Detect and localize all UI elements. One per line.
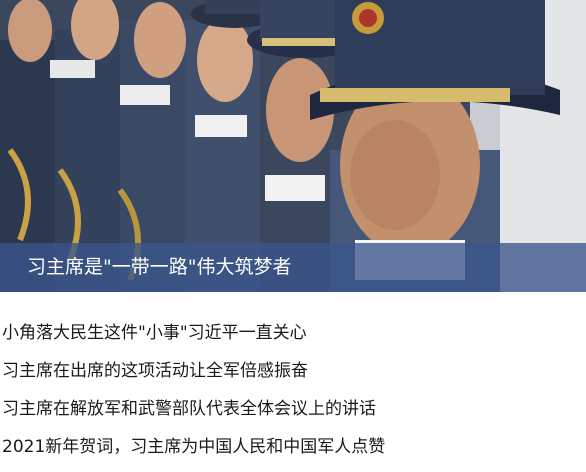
news-item[interactable]: 2021新年贺词，习主席为中国人民和中国军人点赞 — [0, 428, 586, 466]
news-list: 小角落大民生这件"小事"习近平一直关心 习主席在出席的这项活动让全军倍感振奋 习… — [0, 314, 586, 466]
caption-bar: 习主席是"一带一路"伟大筑梦者 — [0, 243, 586, 292]
featured-caption[interactable]: 习主席是"一带一路"伟大筑梦者 — [27, 243, 291, 292]
news-item[interactable]: 习主席在出席的这项活动让全军倍感振奋 — [0, 352, 586, 390]
news-item[interactable]: 习主席在解放军和武警部队代表全体会议上的讲话 — [0, 390, 586, 428]
news-widget: 习主席是"一带一路"伟大筑梦者 小角落大民生这件"小事"习近平一直关心 习主席在… — [0, 0, 586, 472]
news-item[interactable]: 小角落大民生这件"小事"习近平一直关心 — [0, 314, 586, 352]
featured-news-image[interactable]: 习主席是"一带一路"伟大筑梦者 — [0, 0, 586, 292]
